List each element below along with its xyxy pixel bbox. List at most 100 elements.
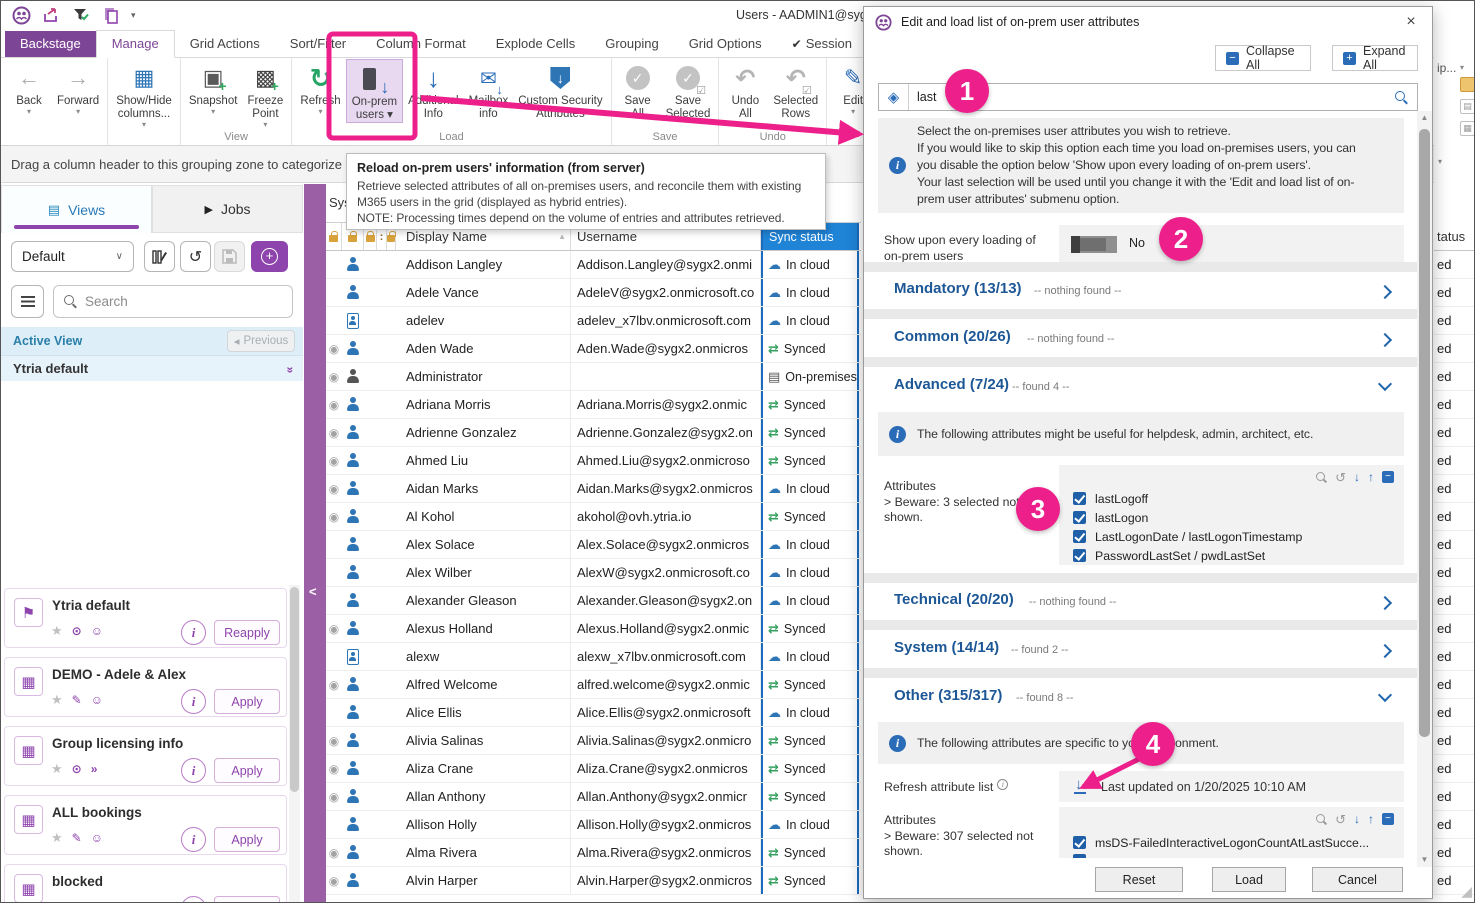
cell-username[interactable]: akohol@ovh.ytria.io	[571, 503, 761, 530]
cell-username[interactable]: adelev_x7lbv.onmicrosoft.com	[571, 307, 761, 334]
cell-display-name[interactable]: Alivia Salinas	[396, 727, 571, 754]
cell-display-name[interactable]: alexw	[396, 643, 571, 670]
cell-display-name[interactable]: Alvin Harper	[396, 867, 571, 894]
cell-username[interactable]: Aidan.Marks@sygx2.onmicros	[571, 475, 761, 502]
cell-sync-status[interactable]: In cloud	[761, 531, 859, 558]
cell-sync-status[interactable]: In cloud	[761, 279, 859, 306]
cell-username[interactable]: Aliza.Crane@sygx2.onmicros	[571, 755, 761, 782]
cell-sync-status[interactable]: Synced	[761, 335, 859, 362]
ribbon-button[interactable]: Show/Hide columns... ▾	[111, 59, 177, 129]
add-view-button[interactable]: +	[251, 241, 288, 272]
favorite-star-icon[interactable]: ★	[51, 761, 63, 777]
cell-username[interactable]: Addison.Langley@sygx2.onmi	[571, 251, 761, 278]
cell-display-name[interactable]: Allison Holly	[396, 811, 571, 838]
cell-sync-status[interactable]: Synced	[761, 391, 859, 418]
table-row[interactable]: Addison Langley Addison.Langley@sygx2.on…	[326, 251, 861, 279]
cell-display-name[interactable]: Adriana Morris	[396, 391, 571, 418]
cell-sync-status[interactable]: In cloud	[761, 699, 859, 726]
table-row[interactable]: Administrator On-premises	[326, 363, 861, 391]
section-mandatory[interactable]: Mandatory (13/13) -- nothing found --	[864, 272, 1418, 309]
cell-username[interactable]: AdeleV@sygx2.onmicrosoft.co	[571, 279, 761, 306]
cell-display-name[interactable]: Aidan Marks	[396, 475, 571, 502]
table-row[interactable]: Al Kohol akohol@ovh.ytria.io Synced	[326, 503, 861, 531]
checkbox-checked[interactable]	[1073, 511, 1086, 524]
active-view-name-row[interactable]: Ytria default »	[1, 355, 303, 381]
reset-view-button[interactable]: ↺	[180, 241, 211, 272]
cell-username[interactable]: Allison.Holly@sygx2.onmicros	[571, 811, 761, 838]
cell-display-name[interactable]: Alex Wilber	[396, 559, 571, 586]
download-icon[interactable]	[1073, 779, 1087, 794]
cell-display-name[interactable]: Alex Solace	[396, 531, 571, 558]
cell-sync-status[interactable]: Synced	[761, 671, 859, 698]
view-info-button[interactable]: i	[181, 896, 206, 903]
cell-display-name[interactable]: Alexander Gleason	[396, 587, 571, 614]
ribbon-button[interactable]: Refresh ▾	[295, 59, 345, 116]
cell-display-name[interactable]: Addison Langley	[396, 251, 571, 278]
cell-username[interactable]: Alex.Solace@sygx2.onmicros	[571, 531, 761, 558]
cell-display-name[interactable]: Aden Wade	[396, 335, 571, 362]
cell-username[interactable]: Aden.Wade@sygx2.onmicros	[571, 335, 761, 362]
cell-display-name[interactable]: Ahmed Liu	[396, 447, 571, 474]
search-icon[interactable]	[1316, 472, 1327, 483]
cell-username[interactable]: Alivia.Salinas@sygx2.onmicro	[571, 727, 761, 754]
table-row[interactable]: Alivia Salinas Alivia.Salinas@sygx2.onmi…	[326, 727, 861, 755]
ribbon-tab[interactable]: Grid Actions	[175, 31, 275, 57]
apply-view-button[interactable]: Apply	[214, 827, 280, 852]
ribbon-button[interactable]: Save All	[615, 59, 661, 121]
attribute-search-input[interactable]	[909, 90, 1395, 104]
cell-sync-status[interactable]: In cloud	[761, 643, 859, 670]
table-row[interactable]: Alice Ellis Alice.Ellis@sygx2.onmicrosof…	[326, 699, 861, 727]
dialog-scrollbar[interactable]: ▲ ▼	[1417, 111, 1432, 867]
scroll-down-icon[interactable]: ▼	[1417, 853, 1432, 867]
table-row[interactable]: Allan Anthony Allan.Anthony@sygx2.onmicr…	[326, 783, 861, 811]
cell-username[interactable]: Alma.Rivera@sygx2.onmicros	[571, 839, 761, 866]
clipped-ribbon-icon[interactable]: ▤	[1460, 99, 1475, 114]
cell-sync-status[interactable]: In cloud	[761, 251, 859, 278]
section-system[interactable]: System (14/14) -- found 2 --	[864, 631, 1418, 668]
cell-sync-status[interactable]: Synced	[761, 867, 859, 894]
ribbon-tab[interactable]: Manage	[96, 30, 175, 58]
clipped-ribbon-icon[interactable]	[1460, 77, 1475, 92]
search-icon[interactable]	[1316, 814, 1327, 825]
cell-username[interactable]: Alexus.Holland@sygx2.onmic	[571, 615, 761, 642]
ribbon-button[interactable]: Undo All	[722, 59, 768, 121]
table-row[interactable]: Alfred Welcome alfred.welcome@sygx2.onmi…	[326, 671, 861, 699]
views-search-input[interactable]	[85, 294, 255, 309]
reset-button[interactable]: Reset	[1095, 867, 1183, 892]
lock-column-header[interactable]	[326, 223, 342, 250]
favorite-star-icon[interactable]: ★	[51, 623, 63, 639]
cell-display-name[interactable]: adelev	[396, 307, 571, 334]
cell-username[interactable]: Adrienne.Gonzalez@sygx2.on	[571, 419, 761, 446]
cell-display-name[interactable]: Alice Ellis	[396, 699, 571, 726]
ribbon-tab[interactable]: Grouping	[590, 31, 673, 57]
ribbon-tab[interactable]: Explode Cells	[481, 31, 591, 57]
view-info-button[interactable]: i	[181, 689, 206, 714]
close-icon[interactable]: ×	[1398, 11, 1424, 33]
filter-views-button[interactable]	[11, 285, 44, 318]
cell-display-name[interactable]: Adele Vance	[396, 279, 571, 306]
ribbon-button[interactable]: Custom Security Attributes	[513, 59, 607, 121]
cell-username[interactable]: Alvin.Harper@sygx2.onmicros	[571, 867, 761, 894]
favorite-star-icon[interactable]: ★	[51, 899, 63, 903]
search-icon[interactable]	[1395, 91, 1408, 104]
table-row[interactable]: alexw alexw_x7lbv.onmicrosoft.com In clo…	[326, 643, 861, 671]
cell-display-name[interactable]: Alexus Holland	[396, 615, 571, 642]
tab-views[interactable]: ▤ Views	[1, 185, 152, 233]
table-row[interactable]: Aliza Crane Aliza.Crane@sygx2.onmicros S…	[326, 755, 861, 783]
sort-asc-icon[interactable]: ↑	[1368, 472, 1374, 483]
table-row[interactable]: Alex Solace Alex.Solace@sygx2.onmicros I…	[326, 531, 861, 559]
view-scope-select[interactable]: Default∨	[11, 241, 134, 272]
view-card[interactable]: ALL bookings ★ i Apply	[4, 795, 287, 855]
checkbox-checked[interactable]	[1073, 492, 1086, 505]
collapse-chevrons-icon[interactable]: »	[284, 366, 298, 371]
cell-sync-status[interactable]: Synced	[761, 755, 859, 782]
cell-display-name[interactable]: Alfred Welcome	[396, 671, 571, 698]
section-technical[interactable]: Technical (20/20) -- nothing found --	[864, 583, 1418, 620]
ribbon-button[interactable]: On-prem users ▾	[346, 59, 403, 123]
cell-username[interactable]: alexw_x7lbv.onmicrosoft.com	[571, 643, 761, 670]
sort-desc-icon[interactable]: ↓	[1354, 472, 1360, 483]
ribbon-button[interactable]: Mailbox info	[464, 59, 514, 121]
apply-view-button[interactable]: Reapply	[214, 620, 280, 645]
sort-desc-icon[interactable]: ↓	[1354, 814, 1360, 825]
cell-sync-status[interactable]: Synced	[761, 503, 859, 530]
